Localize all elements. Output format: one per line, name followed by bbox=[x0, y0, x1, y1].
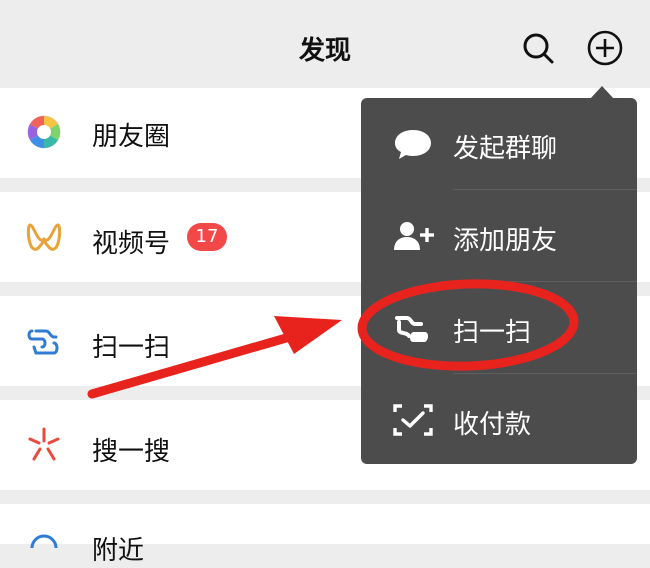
menu-item-money[interactable]: 收付款 bbox=[361, 374, 637, 465]
popup-menu: 发起群聊 添加朋友 扫一扫 收付款 bbox=[361, 98, 637, 464]
menu-label-scan: 扫一扫 bbox=[453, 318, 532, 348]
channels-badge: 17 bbox=[187, 223, 227, 251]
menu-item-add-friend[interactable]: 添加朋友 bbox=[361, 190, 637, 281]
search-sparkle-icon bbox=[28, 427, 60, 461]
menu-label-group-chat: 发起群聊 bbox=[453, 134, 558, 164]
moments-label: 朋友圈 bbox=[92, 122, 171, 152]
add-friend-icon bbox=[394, 222, 434, 250]
top-bar: 发现 bbox=[0, 8, 650, 86]
search-label: 搜一搜 bbox=[92, 437, 171, 467]
nearby-label: 附近 bbox=[92, 536, 145, 566]
plus-circle-icon[interactable] bbox=[585, 28, 625, 68]
channels-label: 视频号 bbox=[92, 229, 171, 259]
menu-item-scan[interactable]: 扫一扫 bbox=[361, 282, 637, 373]
status-bar bbox=[0, 0, 650, 8]
list-item-nearby[interactable]: 附近 bbox=[0, 504, 650, 566]
chat-bubble-icon bbox=[395, 130, 431, 159]
scan-label: 扫一扫 bbox=[92, 333, 171, 363]
channels-icon bbox=[26, 223, 62, 251]
menu-label-add-friend: 添加朋友 bbox=[453, 226, 558, 256]
menu-label-money: 收付款 bbox=[453, 410, 532, 440]
search-icon[interactable] bbox=[518, 28, 558, 68]
scan-icon bbox=[27, 329, 59, 355]
menu-item-group-chat[interactable]: 发起群聊 bbox=[361, 98, 637, 189]
nearby-icon bbox=[30, 534, 58, 549]
moments-icon bbox=[27, 115, 61, 149]
money-icon bbox=[393, 404, 433, 436]
scan-icon bbox=[395, 316, 428, 342]
